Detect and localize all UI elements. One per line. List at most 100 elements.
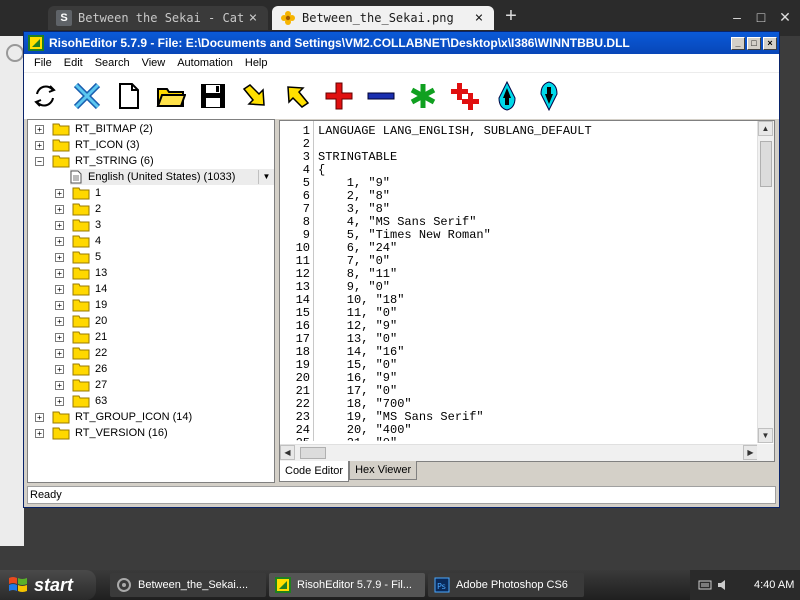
- start-button[interactable]: start: [0, 570, 96, 600]
- folder-icon: [72, 363, 90, 376]
- tab-hex-viewer[interactable]: Hex Viewer: [349, 461, 418, 480]
- system-tray: 4:40 AM: [690, 570, 800, 600]
- new-tab-button[interactable]: +: [500, 6, 522, 28]
- expand-icon[interactable]: +: [55, 380, 64, 390]
- expand-icon[interactable]: +: [55, 396, 64, 406]
- line-number: 25: [280, 437, 310, 442]
- taskbar-item-browser[interactable]: Between_the_Sekai....: [110, 573, 266, 597]
- expand-icon[interactable]: +: [55, 316, 64, 326]
- close-icon[interactable]: ×: [246, 10, 260, 26]
- menu-search[interactable]: Search: [89, 57, 136, 69]
- expand-icon[interactable]: +: [55, 364, 64, 374]
- expand-icon[interactable]: +: [55, 204, 64, 214]
- scroll-up-icon[interactable]: ▲: [758, 121, 773, 136]
- browser-maximize-button[interactable]: □: [750, 6, 772, 28]
- scroll-right-icon[interactable]: ▶: [743, 445, 758, 460]
- tree-label: 4: [95, 235, 102, 247]
- save-button[interactable]: [198, 79, 228, 113]
- browser-close-button[interactable]: ✕: [774, 6, 796, 28]
- scroll-down-icon[interactable]: ▼: [758, 428, 773, 443]
- expand-icon[interactable]: +: [55, 332, 64, 342]
- refresh-button[interactable]: [30, 79, 60, 113]
- menu-help[interactable]: Help: [239, 57, 274, 69]
- menu-edit[interactable]: Edit: [58, 57, 89, 69]
- tree-node-string-item[interactable]: +22: [55, 345, 107, 361]
- expand-icon[interactable]: +: [55, 220, 64, 230]
- add-resource-button[interactable]: [450, 79, 480, 113]
- taskbar-item-photoshop[interactable]: Ps Adobe Photoshop CS6: [428, 573, 584, 597]
- horizontal-scrollbar[interactable]: ◀ ▶: [280, 444, 758, 461]
- tree-node-string-item[interactable]: +21: [55, 329, 107, 345]
- browser-minimize-button[interactable]: –: [726, 6, 748, 28]
- tree-node-string-item[interactable]: +3: [55, 217, 101, 233]
- tree-node-string-item[interactable]: +13: [55, 265, 107, 281]
- tree-node-string-item[interactable]: +5: [55, 249, 101, 265]
- expand-icon[interactable]: +: [55, 188, 64, 198]
- tree-node-rt-version[interactable]: + RT_VERSION (16): [35, 425, 168, 441]
- move-up-button[interactable]: [492, 79, 522, 113]
- tree-node-string-item[interactable]: +26: [55, 361, 107, 377]
- close-button[interactable]: ×: [763, 36, 777, 50]
- tree-node-rt-icon[interactable]: + RT_ICON (3): [35, 137, 140, 153]
- import-button[interactable]: [240, 79, 270, 113]
- expand-icon[interactable]: +: [55, 252, 64, 262]
- expand-icon[interactable]: +: [35, 412, 44, 422]
- new-file-button[interactable]: [114, 79, 144, 113]
- reload-icon[interactable]: [6, 44, 24, 62]
- browser-tab-between-the-sekai[interactable]: S Between the Sekai - Cat ×: [48, 6, 268, 30]
- expand-icon[interactable]: +: [35, 124, 44, 134]
- tree-node-string-item[interactable]: +63: [55, 393, 107, 409]
- code-area[interactable]: 1 LANGUAGE LANG_ENGLISH, SUBLANG_DEFAULT 2…: [280, 125, 758, 441]
- open-button[interactable]: [156, 79, 186, 113]
- browser-tab-png[interactable]: Between_the_Sekai.png ×: [272, 6, 494, 30]
- expand-icon[interactable]: +: [35, 428, 44, 438]
- tab-code-editor[interactable]: Code Editor: [279, 461, 350, 482]
- down-pointer-icon: [540, 81, 558, 111]
- tree-node-language[interactable]: English (United States) (1033) ▼: [70, 169, 274, 185]
- close-icon[interactable]: ×: [472, 10, 486, 26]
- remove-button[interactable]: [366, 79, 396, 113]
- window-titlebar[interactable]: RisohEditor 5.7.9 - File: E:\Documents a…: [24, 32, 779, 54]
- vertical-scrollbar[interactable]: ▲ ▼: [757, 121, 774, 443]
- tree-node-string-item[interactable]: +27: [55, 377, 107, 393]
- folder-icon: [72, 299, 90, 312]
- menu-automation[interactable]: Automation: [171, 57, 239, 69]
- minimize-button[interactable]: _: [731, 36, 745, 50]
- tree-node-rt-string[interactable]: − RT_STRING (6): [35, 153, 154, 169]
- scroll-left-icon[interactable]: ◀: [280, 445, 295, 460]
- tree-node-string-item[interactable]: +2: [55, 201, 101, 217]
- delete-button[interactable]: [72, 79, 102, 113]
- keyboard-icon[interactable]: [698, 579, 712, 591]
- maximize-button[interactable]: □: [747, 36, 761, 50]
- tree-label: 19: [95, 299, 108, 311]
- tree-node-string-item[interactable]: +4: [55, 233, 101, 249]
- tree-node-string-item[interactable]: +14: [55, 281, 107, 297]
- tree-node-rt-bitmap[interactable]: + RT_BITMAP (2): [35, 121, 153, 137]
- tree-node-string-item[interactable]: +20: [55, 313, 107, 329]
- taskbar-item-risoheditor[interactable]: RisohEditor 5.7.9 - Fil...: [269, 573, 425, 597]
- menu-file[interactable]: File: [28, 57, 58, 69]
- dropdown-arrow-icon[interactable]: ▼: [258, 170, 274, 184]
- expand-icon[interactable]: +: [55, 284, 64, 294]
- horizontal-scroll-thumb[interactable]: [300, 447, 326, 459]
- move-down-button[interactable]: [534, 79, 564, 113]
- collapse-icon[interactable]: −: [35, 156, 44, 166]
- toolbar: [24, 73, 779, 119]
- tree-node-string-item[interactable]: +1: [55, 185, 101, 201]
- tree-node-rt-group-icon[interactable]: + RT_GROUP_ICON (14): [35, 409, 192, 425]
- expand-icon[interactable]: +: [55, 348, 64, 358]
- expand-icon[interactable]: +: [55, 268, 64, 278]
- export-arrow-icon: [287, 86, 310, 108]
- edit-button[interactable]: [408, 79, 438, 113]
- vertical-scroll-thumb[interactable]: [760, 141, 772, 187]
- export-button[interactable]: [282, 79, 312, 113]
- tree-label: 20: [95, 315, 108, 327]
- code-editor[interactable]: 1 LANGUAGE LANG_ENGLISH, SUBLANG_DEFAULT 2…: [279, 120, 775, 462]
- speaker-icon[interactable]: [716, 578, 730, 592]
- menu-view[interactable]: View: [136, 57, 172, 69]
- expand-icon[interactable]: +: [35, 140, 44, 150]
- tree-node-string-item[interactable]: +19: [55, 297, 107, 313]
- expand-icon[interactable]: +: [55, 236, 64, 246]
- expand-icon[interactable]: +: [55, 300, 64, 310]
- add-button[interactable]: [324, 79, 354, 113]
